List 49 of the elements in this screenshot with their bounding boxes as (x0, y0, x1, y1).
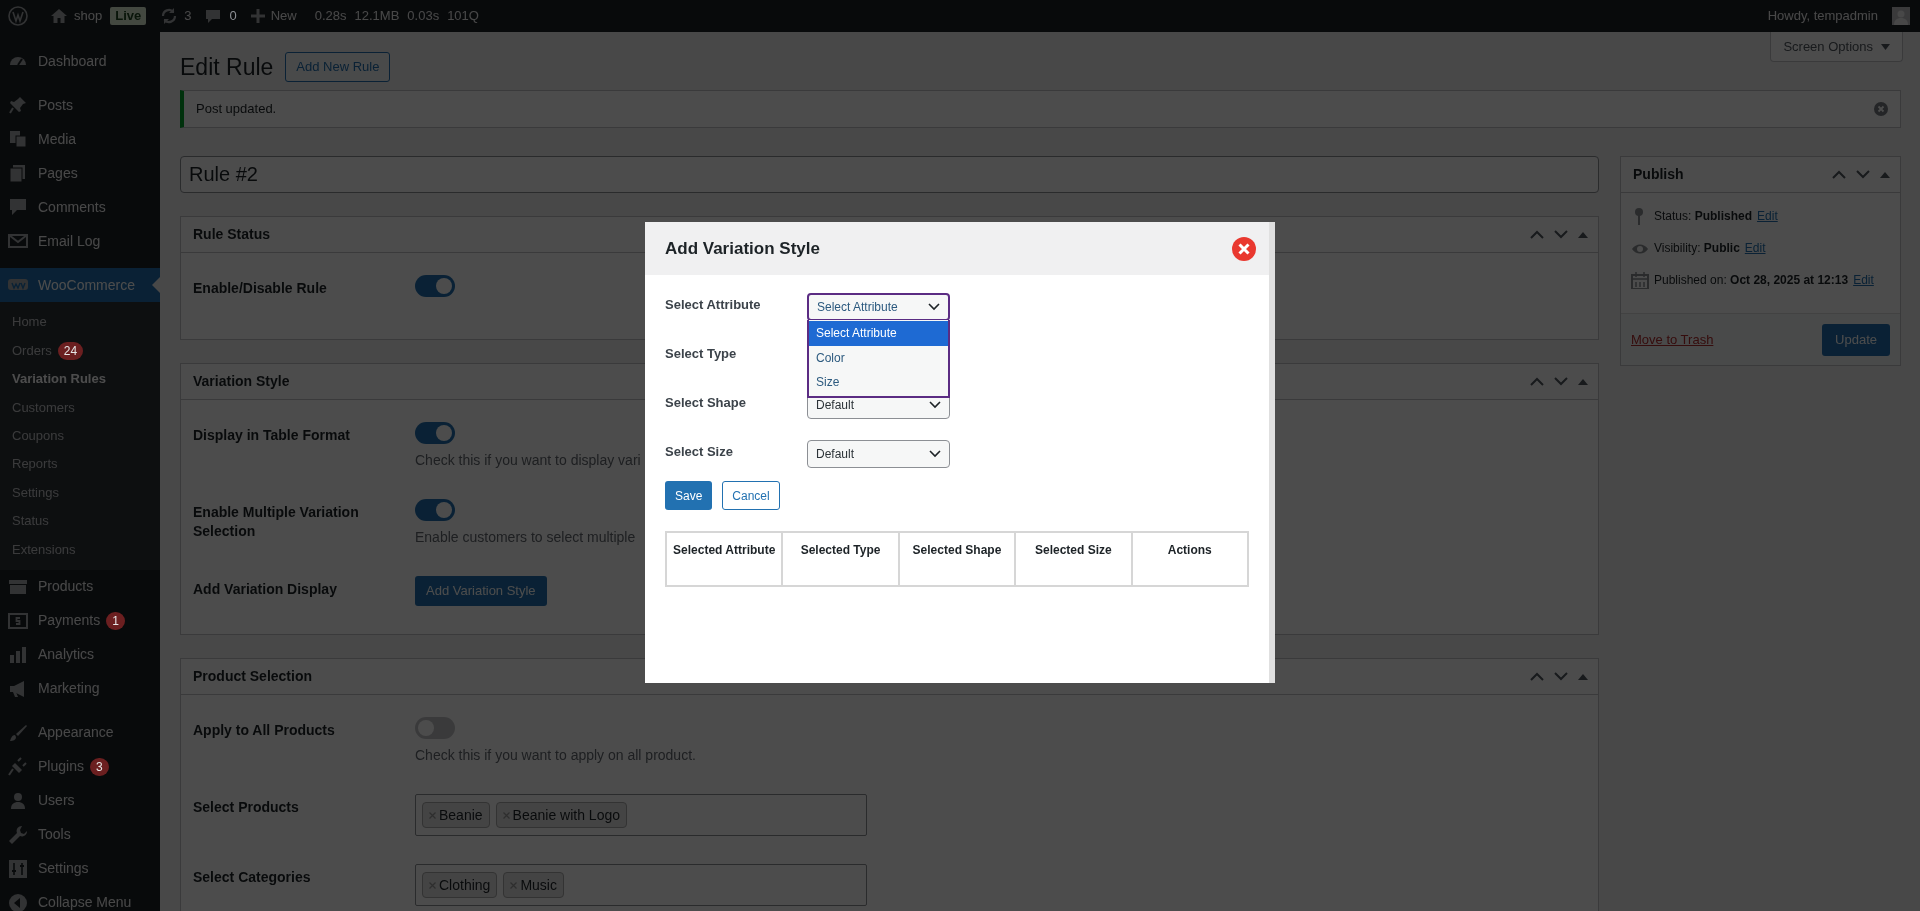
modal-title: Add Variation Style (665, 237, 820, 260)
tag-label: Clothing (439, 875, 491, 895)
new-label: New (270, 7, 297, 26)
performance-stat: 0.03s (407, 7, 440, 26)
chevron-down-icon (928, 303, 940, 311)
select-field[interactable]: Select Attribute (807, 293, 950, 321)
close-icon[interactable] (1231, 235, 1257, 262)
tag-label: Beanie (439, 805, 483, 825)
publish-detail: Visibility: Public (1654, 240, 1740, 257)
field-label: Add Variation Display (193, 580, 338, 599)
column-header: Selected Attribute (666, 532, 783, 586)
field-label: Select Attribute (665, 296, 762, 314)
field-label: Select Categories (193, 868, 312, 887)
greeting: Howdy, tempadmin (1767, 7, 1878, 26)
field-label: Enable/Disable Rule (193, 279, 328, 298)
page-title: Edit Rule (180, 52, 274, 82)
publish-detail: Status: Published (1654, 208, 1753, 225)
chevron-down-icon (929, 401, 941, 409)
panel-title: Product Selection (193, 667, 313, 686)
performance-stat: 101Q (447, 7, 479, 26)
cancel-button[interactable]: Cancel (722, 481, 780, 510)
performance-stat: 12.1MB (354, 7, 400, 26)
column-header: Selected Type (782, 532, 899, 586)
dropdown-option[interactable]: Select Attribute (809, 321, 948, 346)
publish-detail: Published on: Oct 28, 2025 at 12:13 (1654, 272, 1849, 289)
tag-label: Music (520, 875, 557, 895)
field-label: Select Size (665, 443, 734, 461)
notice-text: Post updated. (196, 100, 277, 119)
dropdown-option[interactable]: Color (809, 345, 948, 370)
column-header: Selected Shape (898, 532, 1016, 586)
field-label: Enable Multiple Variation Selection (193, 503, 360, 541)
panel-title: Rule Status (193, 225, 270, 244)
field-label: Display in Table Format (193, 426, 351, 445)
select-field[interactable]: Default (807, 440, 950, 468)
performance-stat: 0.28s (314, 7, 347, 26)
chevron-down-icon (929, 450, 941, 458)
tag-label: Beanie with Logo (512, 805, 620, 825)
field-label: Select Shape (665, 394, 747, 412)
comment-count: 0 (229, 7, 237, 26)
column-header: Actions (1131, 532, 1248, 586)
panel-title: Variation Style (193, 372, 290, 391)
update-count: 3 (184, 7, 192, 26)
field-label: Apply to All Products (193, 721, 336, 740)
column-header: Selected Size (1015, 532, 1132, 586)
field-label: Select Type (665, 345, 738, 363)
panel-title: Publish (1633, 165, 1684, 184)
save-button[interactable]: Save (665, 481, 713, 510)
field-label: Select Products (193, 798, 300, 817)
site-name: shop (74, 7, 103, 26)
